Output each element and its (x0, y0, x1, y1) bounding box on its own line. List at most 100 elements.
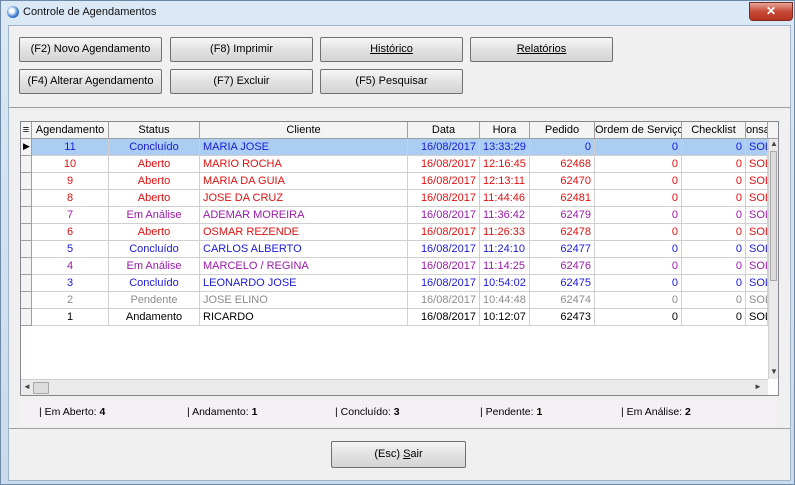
cell-status[interactable]: Concluído (109, 241, 200, 258)
pesquisar-button[interactable]: (F5) Pesquisar (320, 69, 463, 94)
cell-hora[interactable]: 10:12:07 (480, 309, 530, 326)
cell-os[interactable]: 0 (595, 173, 682, 190)
cell-cliente[interactable]: MARIA JOSE (200, 139, 408, 156)
cell-data[interactable]: 16/08/2017 (408, 275, 480, 292)
table-row[interactable]: 10 Aberto MARIO ROCHA 16/08/2017 12:16:45 624… (21, 156, 768, 173)
cell-pedido[interactable]: 0 (530, 139, 595, 156)
col-status[interactable]: Status (109, 122, 200, 138)
row-indicator[interactable] (21, 275, 32, 292)
cell-status[interactable]: Concluído (109, 139, 200, 156)
table-row[interactable]: ▶ 11 Concluído MARIA JOSE 16/08/2017 13:33:29… (21, 139, 768, 156)
cell-agendamento[interactable]: 6 (32, 224, 109, 241)
agendamentos-grid[interactable]: ≡ Agendamento Status Cliente Data Hora P… (20, 121, 779, 396)
row-indicator[interactable] (21, 173, 32, 190)
cell-pedido[interactable]: 62478 (530, 224, 595, 241)
horizontal-scroll-thumb[interactable] (33, 382, 49, 394)
cell-checklist[interactable]: 0 (682, 258, 746, 275)
cell-status[interactable]: Aberto (109, 173, 200, 190)
scroll-right-icon[interactable]: ► (754, 382, 762, 391)
cell-pedido[interactable]: 62479 (530, 207, 595, 224)
cell-hora[interactable]: 12:16:45 (480, 156, 530, 173)
cell-extra[interactable]: SOL (746, 241, 768, 258)
table-row[interactable]: 7 Em Análise ADEMAR MOREIRA 16/08/2017 11:36… (21, 207, 768, 224)
scroll-up-icon[interactable]: ▲ (770, 139, 778, 148)
cell-agendamento[interactable]: 3 (32, 275, 109, 292)
cell-os[interactable]: 0 (595, 207, 682, 224)
cell-extra[interactable]: SOL (746, 207, 768, 224)
cell-os[interactable]: 0 (595, 258, 682, 275)
table-row[interactable]: 8 Aberto JOSE DA CRUZ 16/08/2017 11:44:46 624… (21, 190, 768, 207)
cell-pedido[interactable]: 62475 (530, 275, 595, 292)
scroll-left-icon[interactable]: ◄ (23, 382, 31, 391)
cell-status[interactable]: Aberto (109, 224, 200, 241)
imprimir-button[interactable]: (F8) Imprimir (170, 37, 313, 62)
cell-data[interactable]: 16/08/2017 (408, 139, 480, 156)
cell-extra[interactable]: SOL (746, 292, 768, 309)
cell-checklist[interactable]: 0 (682, 139, 746, 156)
cell-agendamento[interactable]: 1 (32, 309, 109, 326)
cell-cliente[interactable]: JOSE DA CRUZ (200, 190, 408, 207)
cell-os[interactable]: 0 (595, 190, 682, 207)
cell-cliente[interactable]: RICARDO (200, 309, 408, 326)
cell-agendamento[interactable]: 8 (32, 190, 109, 207)
col-cliente[interactable]: Cliente (200, 122, 408, 138)
cell-os[interactable]: 0 (595, 292, 682, 309)
vertical-scroll-thumb[interactable] (770, 151, 777, 281)
cell-cliente[interactable]: LEONARDO JOSE (200, 275, 408, 292)
cell-cliente[interactable]: MARIO ROCHA (200, 156, 408, 173)
cell-data[interactable]: 16/08/2017 (408, 309, 480, 326)
cell-agendamento[interactable]: 7 (32, 207, 109, 224)
cell-extra[interactable]: SOL (746, 190, 768, 207)
sair-button[interactable]: (Esc) Sair (331, 441, 466, 468)
close-button[interactable]: ✕ (749, 2, 793, 21)
cell-extra[interactable]: SOL (746, 275, 768, 292)
row-indicator[interactable] (21, 190, 32, 207)
cell-checklist[interactable]: 0 (682, 292, 746, 309)
cell-agendamento[interactable]: 4 (32, 258, 109, 275)
cell-pedido[interactable]: 62470 (530, 173, 595, 190)
cell-checklist[interactable]: 0 (682, 190, 746, 207)
cell-hora[interactable]: 11:44:46 (480, 190, 530, 207)
col-checklist[interactable]: Checklist (682, 122, 746, 138)
cell-checklist[interactable]: 0 (682, 275, 746, 292)
cell-extra[interactable]: SOL (746, 156, 768, 173)
cell-cliente[interactable]: MARCELO / REGINA (200, 258, 408, 275)
historico-button[interactable]: Histórico (320, 37, 463, 62)
cell-hora[interactable]: 10:54:02 (480, 275, 530, 292)
cell-hora[interactable]: 12:13:11 (480, 173, 530, 190)
table-row[interactable]: 2 Pendente JOSE ELINO 16/08/2017 10:44:48 624… (21, 292, 768, 309)
row-indicator[interactable] (21, 224, 32, 241)
table-row[interactable]: 1 Andamento RICARDO 16/08/2017 10:12:07 62473… (21, 309, 768, 326)
title-bar[interactable]: Controle de Agendamentos ✕ (1, 1, 794, 23)
col-agendamento[interactable]: Agendamento (32, 122, 109, 138)
cell-extra[interactable]: SOL (746, 139, 768, 156)
cell-hora[interactable]: 13:33:29 (480, 139, 530, 156)
cell-pedido[interactable]: 62468 (530, 156, 595, 173)
cell-os[interactable]: 0 (595, 309, 682, 326)
cell-cliente[interactable]: CARLOS ALBERTO (200, 241, 408, 258)
cell-hora[interactable]: 11:26:33 (480, 224, 530, 241)
relatorios-button[interactable]: Relatórios (470, 37, 613, 62)
cell-extra[interactable]: SOL (746, 224, 768, 241)
cell-checklist[interactable]: 0 (682, 224, 746, 241)
row-indicator[interactable] (21, 207, 32, 224)
cell-checklist[interactable]: 0 (682, 241, 746, 258)
cell-pedido[interactable]: 62476 (530, 258, 595, 275)
cell-pedido[interactable]: 62473 (530, 309, 595, 326)
cell-cliente[interactable]: MARIA DA GUIA (200, 173, 408, 190)
novo-agendamento-button[interactable]: (F2) Novo Agendamento (19, 37, 162, 62)
cell-os[interactable]: 0 (595, 139, 682, 156)
table-row[interactable]: 6 Aberto OSMAR REZENDE 16/08/2017 11:26:33 62… (21, 224, 768, 241)
cell-data[interactable]: 16/08/2017 (408, 224, 480, 241)
cell-data[interactable]: 16/08/2017 (408, 207, 480, 224)
row-indicator[interactable] (21, 241, 32, 258)
row-indicator[interactable]: ▶ (21, 139, 32, 156)
cell-hora[interactable]: 11:36:42 (480, 207, 530, 224)
alterar-agendamento-button[interactable]: (F4) Alterar Agendamento (19, 69, 162, 94)
col-hora[interactable]: Hora (480, 122, 530, 138)
cell-agendamento[interactable]: 11 (32, 139, 109, 156)
cell-extra[interactable]: SOL (746, 173, 768, 190)
cell-data[interactable]: 16/08/2017 (408, 258, 480, 275)
cell-status[interactable]: Aberto (109, 156, 200, 173)
cell-data[interactable]: 16/08/2017 (408, 241, 480, 258)
